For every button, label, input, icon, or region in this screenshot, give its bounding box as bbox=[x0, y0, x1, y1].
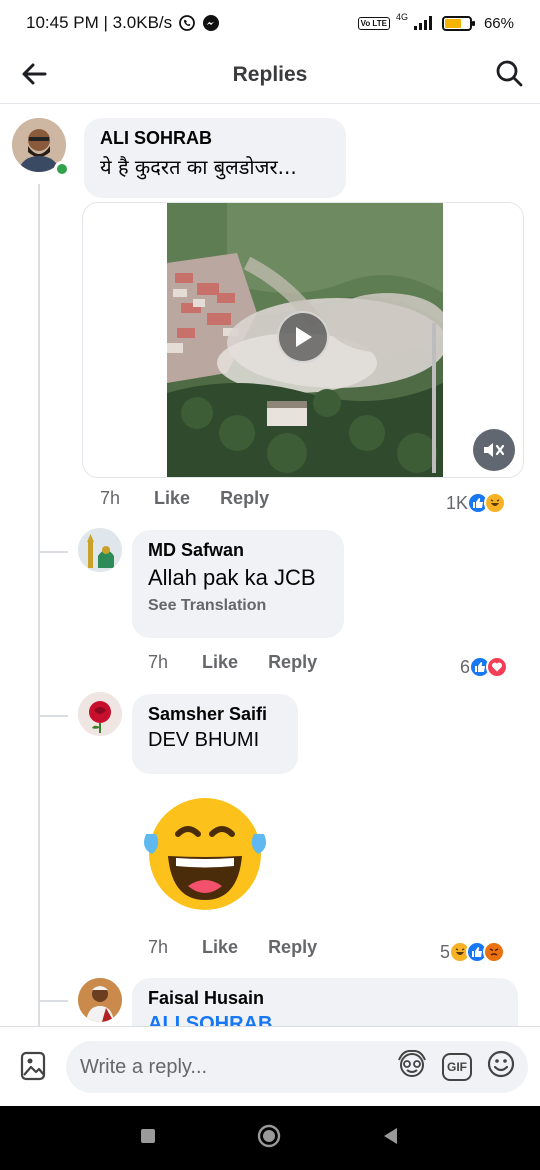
angry-reaction-icon bbox=[483, 941, 506, 963]
thread-connector bbox=[38, 715, 68, 717]
comment-actions: 7h Like Reply bbox=[148, 652, 347, 673]
battery-percent: 66% bbox=[483, 14, 514, 32]
home-icon[interactable] bbox=[256, 1123, 282, 1154]
see-translation-link[interactable]: See Translation bbox=[148, 597, 328, 615]
comment-time: 7h bbox=[148, 937, 169, 957]
reaction-summary[interactable]: 1K bbox=[446, 492, 507, 514]
comment-author[interactable]: MD Safwan bbox=[148, 540, 328, 561]
comment-time: 7h bbox=[148, 652, 169, 672]
reaction-summary[interactable]: 6 bbox=[460, 656, 509, 678]
status-time: 10:45 PM | 3.0KB/s bbox=[26, 13, 173, 32]
comment-bubble[interactable]: ALI SOHRAB ये है कुदरत का बुलडोजर... bbox=[84, 118, 346, 198]
comment-author[interactable]: ALI SOHRAB bbox=[100, 128, 330, 149]
like-button[interactable]: Like bbox=[154, 488, 190, 509]
emoji-icon[interactable] bbox=[486, 1049, 516, 1085]
reply-thread: ALI SOHRAB ये है कुदरत का बुलडोजर... 7h … bbox=[0, 104, 540, 1026]
comment-text: Allah pak ka JCB bbox=[148, 565, 316, 590]
avatar-md-safwan[interactable] bbox=[78, 528, 122, 572]
status-bar: 10:45 PM | 3.0KB/s Vo LTE 4G 66% bbox=[0, 0, 540, 46]
signal-icon bbox=[413, 16, 432, 30]
battery-fill bbox=[444, 18, 461, 28]
avatar-faisal-husain[interactable] bbox=[78, 978, 122, 1022]
thread-line bbox=[38, 184, 40, 1026]
laughing-tears-emoji-sticker[interactable] bbox=[138, 794, 272, 914]
comment-mention[interactable]: ALI SOHRAB bbox=[148, 1013, 502, 1026]
avatar-samsher-saifi[interactable] bbox=[78, 692, 122, 736]
comment-author[interactable]: Faisal Husain bbox=[148, 988, 502, 1009]
reply-button[interactable]: Reply bbox=[268, 937, 317, 958]
love-reaction-icon bbox=[486, 656, 509, 678]
comment-text: ये है कुदरत का बुलडोजर... bbox=[100, 155, 297, 179]
page-title: Replies bbox=[232, 62, 308, 86]
haha-reaction-icon bbox=[484, 492, 507, 514]
comment-actions: 7h Like Reply bbox=[100, 488, 299, 509]
network-type: 4G bbox=[395, 12, 408, 22]
reply-placeholder: Write a reply... bbox=[80, 1055, 208, 1078]
comment-author[interactable]: Samsher Saifi bbox=[148, 704, 282, 725]
online-indicator bbox=[54, 161, 70, 177]
whatsapp-icon bbox=[178, 14, 196, 32]
comment-actions: 7h Like Reply bbox=[148, 937, 347, 958]
thread-connector bbox=[38, 1000, 68, 1002]
comment-bubble[interactable]: MD Safwan Allah pak ka JCB See Translati… bbox=[132, 530, 344, 638]
reaction-summary[interactable]: 5 bbox=[440, 941, 506, 963]
comment-bubble[interactable]: Samsher Saifi DEV BHUMI bbox=[132, 694, 298, 774]
battery-icon bbox=[441, 15, 475, 31]
photo-attach-icon[interactable] bbox=[18, 1051, 48, 1081]
like-button[interactable]: Like bbox=[202, 937, 238, 958]
messenger-icon bbox=[202, 14, 220, 32]
like-button[interactable]: Like bbox=[202, 652, 238, 673]
app-header: Replies bbox=[0, 46, 540, 104]
gif-icon[interactable]: GIF bbox=[442, 1053, 472, 1081]
play-button[interactable] bbox=[277, 311, 329, 363]
thread-connector bbox=[38, 551, 68, 553]
search-icon[interactable] bbox=[492, 56, 526, 90]
volte-badge: Vo LTE bbox=[357, 16, 390, 30]
reaction-count: 1K bbox=[446, 492, 469, 513]
reply-input[interactable]: Write a reply... GIF bbox=[66, 1041, 528, 1093]
video-attachment[interactable] bbox=[82, 202, 524, 478]
mute-button[interactable] bbox=[473, 429, 515, 471]
recents-icon[interactable] bbox=[139, 1127, 157, 1150]
reply-button[interactable]: Reply bbox=[220, 488, 269, 509]
comment-text: DEV BHUMI bbox=[148, 729, 260, 751]
system-nav-bar bbox=[0, 1106, 540, 1170]
reply-composer: Write a reply... GIF bbox=[0, 1026, 540, 1106]
comment-time: 7h bbox=[100, 488, 121, 508]
reply-button[interactable]: Reply bbox=[268, 652, 317, 673]
back-nav-icon[interactable] bbox=[381, 1126, 401, 1151]
avatar-sticker-icon[interactable] bbox=[396, 1049, 428, 1084]
comment-bubble[interactable]: Faisal Husain ALI SOHRAB bbox=[132, 978, 518, 1026]
back-arrow-icon[interactable] bbox=[18, 58, 50, 90]
composer-icons: GIF bbox=[396, 1041, 516, 1093]
